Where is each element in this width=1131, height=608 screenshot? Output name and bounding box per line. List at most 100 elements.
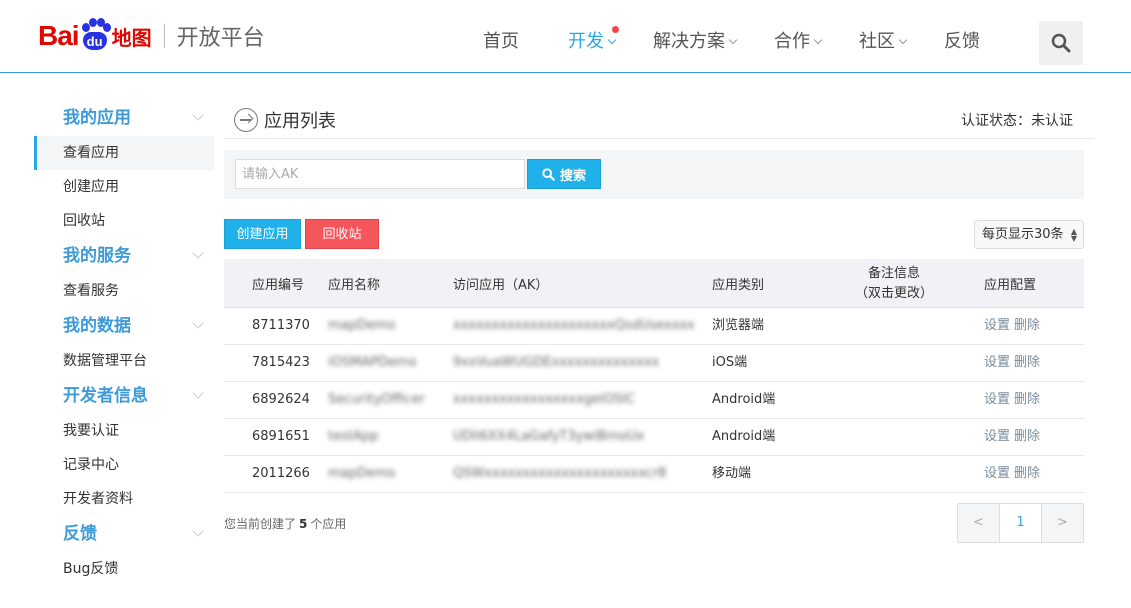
search-button[interactable]: 搜索	[527, 159, 601, 189]
nav-home[interactable]: 首页	[483, 20, 519, 64]
col-config: 应用配置	[984, 278, 1037, 293]
arrow-right-circle-icon	[234, 108, 258, 132]
nav-home-label: 首页	[483, 31, 519, 52]
sidebar-group-developer-info[interactable]: 开发者信息	[34, 378, 214, 414]
logo-text-map: 地图	[111, 25, 152, 50]
sidebar-group-my-services[interactable]: 我的服务	[34, 238, 214, 274]
count-prefix: 您当前创建了	[224, 517, 297, 531]
cell-app-name: SecurityOfficer	[328, 392, 425, 407]
settings-link[interactable]: 设置	[984, 355, 1010, 370]
cell-app-id: 6891651	[252, 429, 310, 444]
sidebar-group-my-data[interactable]: 我的数据	[34, 308, 214, 344]
nav-cooperation-label: 合作	[774, 31, 810, 52]
cell-category: 移动端	[712, 466, 752, 481]
settings-link[interactable]: 设置	[984, 392, 1010, 407]
cell-ak: 9xxVuaWUGDExxxxxxxxxxxxxx	[453, 355, 660, 370]
platform-subtitle: 开放平台	[176, 26, 265, 51]
create-app-button[interactable]: 创建应用	[224, 219, 301, 249]
pager-next[interactable]: >	[1042, 504, 1083, 542]
col-app-id: 应用编号	[252, 278, 305, 293]
nav-cooperation[interactable]: 合作	[774, 20, 823, 64]
col-notes-label: 备注信息	[867, 265, 920, 281]
col-category: 应用类别	[712, 278, 765, 293]
table-header: 应用编号 应用名称 访问应用（AK） 应用类别 备注信息 （双击更改） 应用配置	[224, 259, 1084, 308]
table-row[interactable]: 7815423 iOSMAPDemo 9xxVuaWUGDExxxxxxxxxx…	[224, 345, 1084, 382]
cell-category: iOS端	[712, 355, 748, 370]
cell-app-name: testApp	[328, 429, 379, 444]
cell-app-id: 8711370	[252, 318, 310, 333]
cell-app-id: 2011266	[252, 466, 310, 481]
delete-link[interactable]: 删除	[1014, 466, 1040, 481]
nav-community-label: 社区	[859, 31, 895, 52]
cell-app-id: 7815423	[252, 355, 310, 370]
sidebar-item-records[interactable]: 记录中心	[34, 448, 214, 482]
chevron-down-icon	[192, 247, 204, 259]
nav-feedback-label: 反馈	[944, 31, 980, 52]
table-row[interactable]: 2011266 mapDemo QSWxxxxxxxxxxxxxxxxxxxxx…	[224, 456, 1084, 493]
nav-feedback[interactable]: 反馈	[944, 20, 980, 64]
pager-current-page[interactable]: 1	[1000, 504, 1042, 542]
col-notes: 备注信息 （双击更改）	[852, 259, 936, 308]
count-suffix: 个应用	[310, 517, 347, 531]
cell-app-id: 6892624	[252, 392, 310, 407]
notification-dot	[612, 26, 619, 33]
cell-ops: 设置 删除	[984, 308, 1044, 344]
sidebar-group-my-apps[interactable]: 我的应用	[34, 100, 214, 136]
chevron-down-icon	[898, 35, 908, 45]
search-icon	[1051, 33, 1071, 53]
sidebar-item-verify[interactable]: 我要认证	[34, 414, 214, 448]
nav-develop-label: 开发	[568, 31, 604, 52]
sidebar-item-dev-profile[interactable]: 开发者资料	[34, 482, 214, 516]
delete-link[interactable]: 删除	[1014, 392, 1040, 407]
cell-app-name: mapDemo	[328, 466, 396, 481]
chevron-down-icon	[192, 387, 204, 399]
per-page-value: 每页显示30条	[982, 227, 1064, 242]
chevron-down-icon	[192, 317, 204, 329]
cell-ops: 设置 删除	[984, 382, 1044, 418]
cell-ops: 设置 删除	[984, 456, 1044, 492]
header-search-button[interactable]	[1039, 21, 1083, 65]
top-header: Bai du 地图 开放平台 首页 开发 解决方案 合作 社区 反馈	[0, 0, 1131, 73]
table-row[interactable]: 8711370 mapDemo xxxxxxxxxxxxxxxxxxxxxQsd…	[224, 308, 1084, 345]
recycle-bin-button[interactable]: 回收站	[305, 219, 379, 249]
pager-prev[interactable]: <	[958, 504, 1000, 542]
sidebar-item-view-apps[interactable]: 查看应用	[34, 136, 214, 170]
sidebar-group-label: 反馈	[63, 524, 97, 544]
sidebar-item-create-app[interactable]: 创建应用	[34, 170, 214, 204]
table-row[interactable]: 6892624 SecurityOfficer xxxxxxxxxxxxxxxx…	[224, 382, 1084, 419]
search-panel: 搜索	[224, 150, 1084, 199]
cell-category: Android端	[712, 392, 776, 407]
cell-app-name: mapDemo	[328, 318, 396, 333]
app-table: 应用编号 应用名称 访问应用（AK） 应用类别 备注信息 （双击更改） 应用配置…	[224, 259, 1084, 493]
updown-arrows-icon: ▲ ▼	[1070, 227, 1077, 243]
delete-link[interactable]: 删除	[1014, 355, 1040, 370]
settings-link[interactable]: 设置	[984, 466, 1010, 481]
sidebar-item-data-platform[interactable]: 数据管理平台	[34, 344, 214, 378]
col-app-name: 应用名称	[328, 278, 381, 293]
cell-ak: xxxxxxxxxxxxxxxxxxxxxQsdUsexxxx	[453, 318, 695, 333]
nav-solutions[interactable]: 解决方案	[653, 20, 738, 64]
paw-logo-icon: du	[80, 18, 111, 54]
table-row[interactable]: 6891651 testApp UDli6XX4LaGafyT3ywiBmoUx…	[224, 419, 1084, 456]
sidebar-item-view-services[interactable]: 查看服务	[34, 274, 214, 308]
settings-link[interactable]: 设置	[984, 429, 1010, 444]
per-page-select[interactable]: 每页显示30条 ▲ ▼	[974, 220, 1084, 249]
nav-community[interactable]: 社区	[859, 20, 908, 64]
nav-develop[interactable]: 开发	[568, 20, 617, 64]
page-title: 应用列表	[264, 111, 336, 132]
chevron-down-icon	[192, 525, 204, 537]
ak-search-input[interactable]	[235, 159, 525, 189]
baidu-map-logo[interactable]: Bai du 地图 开放平台	[38, 12, 265, 60]
delete-link[interactable]: 删除	[1014, 318, 1040, 333]
cell-app-name: iOSMAPDemo	[328, 355, 417, 370]
col-notes-hint: （双击更改）	[854, 285, 933, 301]
sidebar-group-label: 开发者信息	[63, 386, 148, 406]
cell-category: 浏览器端	[712, 318, 765, 333]
sidebar-group-feedback[interactable]: 反馈	[34, 516, 214, 552]
sidebar-item-bug-feedback[interactable]: Bug反馈	[34, 552, 214, 586]
delete-link[interactable]: 删除	[1014, 429, 1040, 444]
cell-ak: xxxxxxxxxxxxxxxxxgelOSIC	[453, 392, 636, 407]
settings-link[interactable]: 设置	[984, 318, 1010, 333]
auth-status: 认证状态：未认证	[961, 113, 1073, 129]
sidebar-item-recycle-bin[interactable]: 回收站	[34, 204, 214, 238]
